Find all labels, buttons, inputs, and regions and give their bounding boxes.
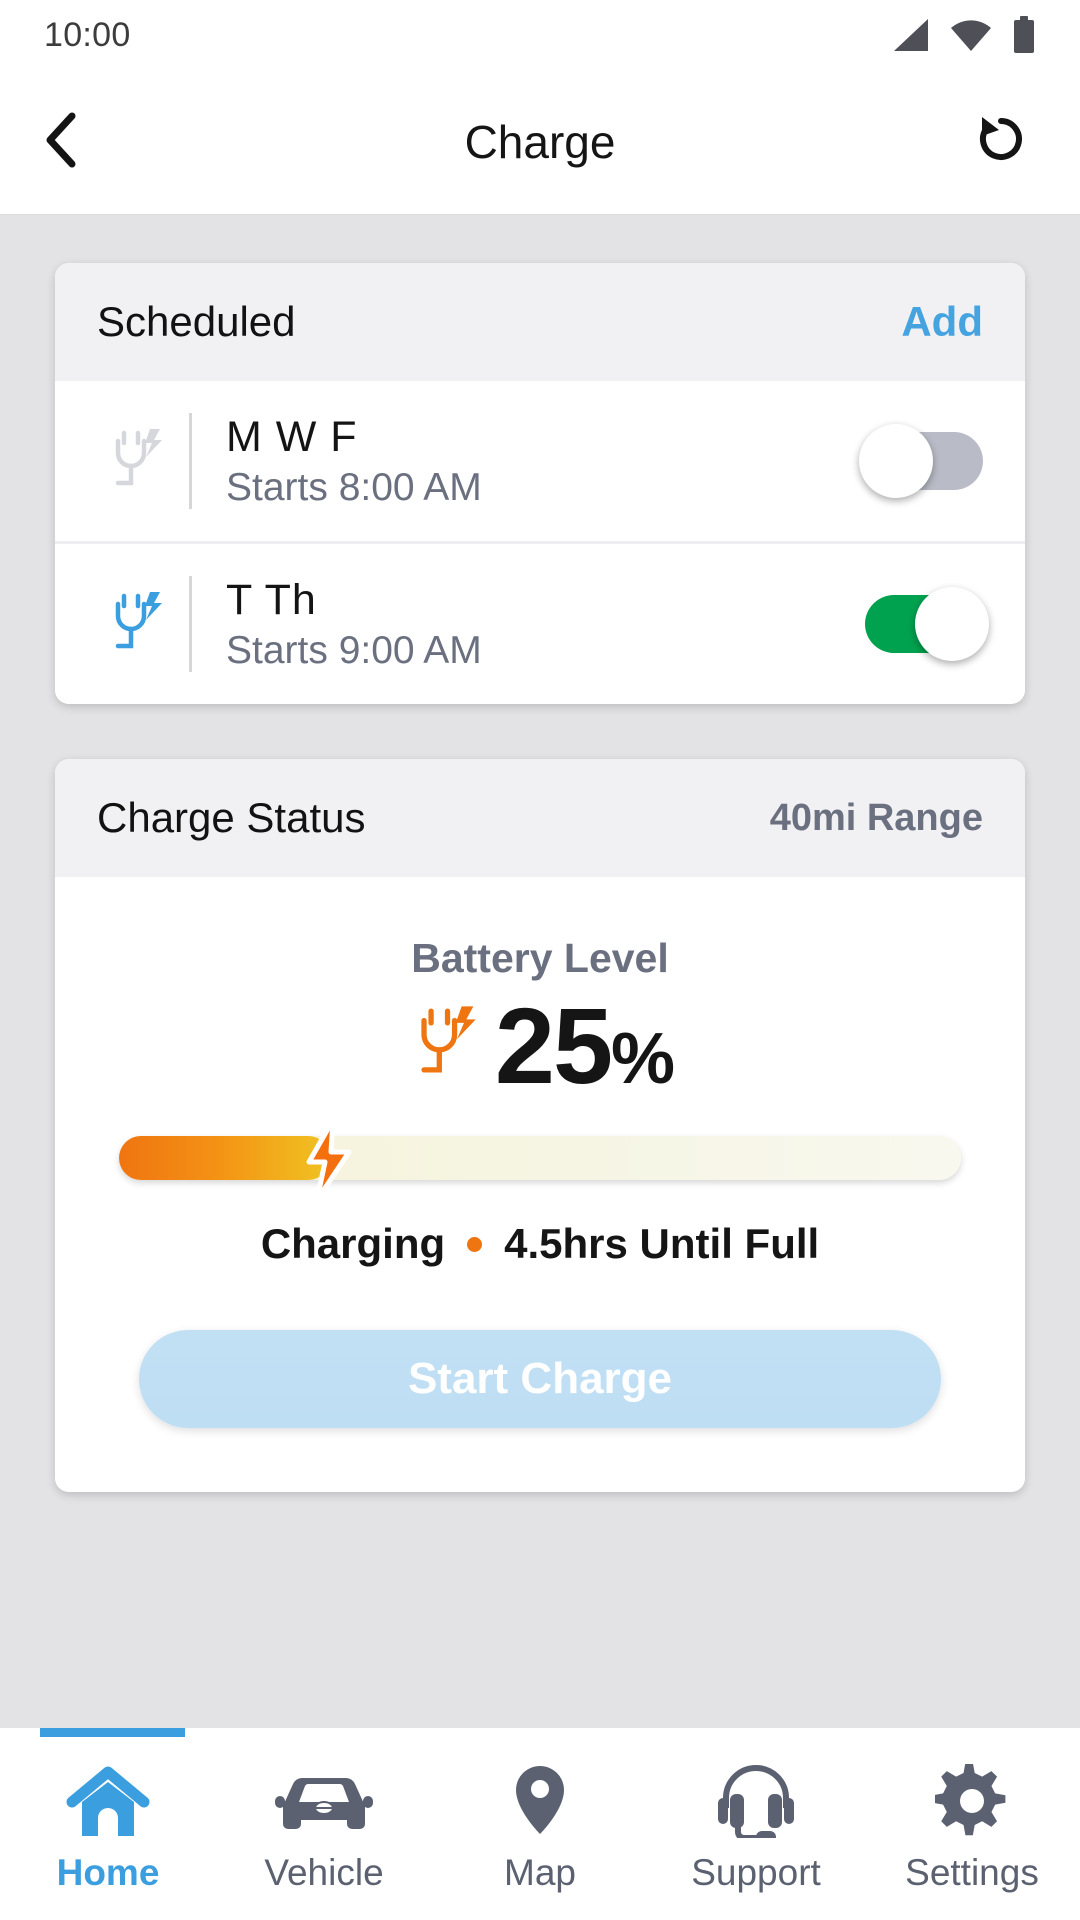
app-bar: Charge bbox=[0, 70, 1080, 215]
schedule-days: T Th bbox=[226, 575, 317, 624]
nav-item-vehicle[interactable]: Vehicle bbox=[216, 1728, 432, 1920]
charge-status-title: Charge Status bbox=[97, 794, 366, 841]
separator-dot-icon bbox=[467, 1236, 483, 1252]
add-schedule-button[interactable]: Add bbox=[901, 298, 983, 346]
gear-icon bbox=[935, 1764, 1009, 1838]
headset-icon bbox=[714, 1765, 798, 1838]
battery-level-label: Battery Level bbox=[411, 935, 669, 981]
battery-percentage-value: 25 bbox=[494, 985, 613, 1106]
percent-symbol: % bbox=[611, 1019, 675, 1099]
plug-charge-icon bbox=[89, 584, 181, 664]
car-icon bbox=[273, 1766, 375, 1838]
battery-progress-bar bbox=[119, 1117, 961, 1203]
time-remaining-label: 4.5hrs Until Full bbox=[504, 1220, 820, 1267]
schedule-time: Starts 9:00 AM bbox=[226, 628, 482, 672]
battery-percentage: 25% bbox=[495, 992, 675, 1100]
charging-status-line: Charging 4.5hrs Until Full bbox=[99, 1220, 981, 1268]
refresh-icon bbox=[972, 111, 1030, 174]
nav-label-support: Support bbox=[691, 1852, 821, 1893]
lightning-bolt-icon bbox=[299, 1117, 361, 1207]
schedule-days: M W F bbox=[226, 412, 358, 461]
battery-level-row: 25% bbox=[99, 992, 981, 1100]
nav-item-support[interactable]: Support bbox=[648, 1728, 864, 1920]
nav-item-home[interactable]: Home bbox=[0, 1728, 216, 1920]
page-title: Charge bbox=[464, 116, 616, 168]
home-icon bbox=[66, 1766, 150, 1838]
nav-label-home: Home bbox=[56, 1852, 160, 1893]
nav-label-map: Map bbox=[504, 1852, 576, 1893]
charge-status-header: Charge Status 40mi Range bbox=[55, 759, 1025, 877]
nav-label-settings: Settings bbox=[905, 1852, 1039, 1893]
toggle-knob bbox=[915, 587, 989, 661]
status-bar: 10:00 bbox=[0, 0, 1080, 70]
schedule-row[interactable]: T Th Starts 9:00 AM bbox=[55, 544, 1025, 704]
back-button[interactable] bbox=[44, 107, 114, 177]
charge-status-body: Battery Level 25% Charging 4.5hrs Until … bbox=[55, 877, 1025, 1492]
row-divider bbox=[189, 413, 192, 509]
scheduled-card: Scheduled Add M W F Starts 8:00 AM T Th … bbox=[55, 263, 1025, 704]
map-pin-icon bbox=[510, 1766, 570, 1838]
charge-status-card: Charge Status 40mi Range Battery Level 2… bbox=[55, 759, 1025, 1492]
refresh-button[interactable] bbox=[966, 107, 1036, 177]
nav-label-vehicle: Vehicle bbox=[264, 1852, 384, 1893]
start-charge-button[interactable]: Start Charge bbox=[139, 1330, 941, 1428]
wifi-icon bbox=[950, 17, 992, 53]
scheduled-card-header: Scheduled Add bbox=[55, 263, 1025, 381]
signal-icon bbox=[890, 17, 930, 53]
plug-charge-icon bbox=[89, 421, 181, 501]
toggle-knob bbox=[859, 424, 933, 498]
range-value: 40mi Range bbox=[769, 796, 983, 839]
nav-item-map[interactable]: Map bbox=[432, 1728, 648, 1920]
schedule-text: T Th Starts 9:00 AM bbox=[226, 576, 865, 673]
status-bar-icons bbox=[890, 16, 1036, 54]
row-divider bbox=[189, 576, 192, 672]
schedule-toggle[interactable] bbox=[865, 587, 989, 661]
bottom-navigation: Home Vehicle Map Support Settings bbox=[0, 1728, 1080, 1920]
schedule-toggle[interactable] bbox=[859, 424, 983, 498]
schedule-row[interactable]: M W F Starts 8:00 AM bbox=[55, 381, 1025, 541]
schedule-text: M W F Starts 8:00 AM bbox=[226, 413, 865, 510]
chevron-left-icon bbox=[44, 112, 80, 173]
active-tab-indicator bbox=[40, 1728, 185, 1737]
scheduled-title: Scheduled bbox=[97, 298, 296, 345]
battery-icon bbox=[1012, 16, 1036, 54]
charging-state-label: Charging bbox=[260, 1220, 446, 1267]
plug-charge-icon bbox=[407, 997, 481, 1096]
schedule-time: Starts 8:00 AM bbox=[226, 465, 482, 509]
content-area: Scheduled Add M W F Starts 8:00 AM T Th … bbox=[0, 215, 1080, 1728]
nav-item-settings[interactable]: Settings bbox=[864, 1728, 1080, 1920]
app-screen: 10:00 Charge Scheduled Add M W F Starts … bbox=[0, 0, 1080, 1920]
status-bar-clock: 10:00 bbox=[44, 15, 131, 54]
